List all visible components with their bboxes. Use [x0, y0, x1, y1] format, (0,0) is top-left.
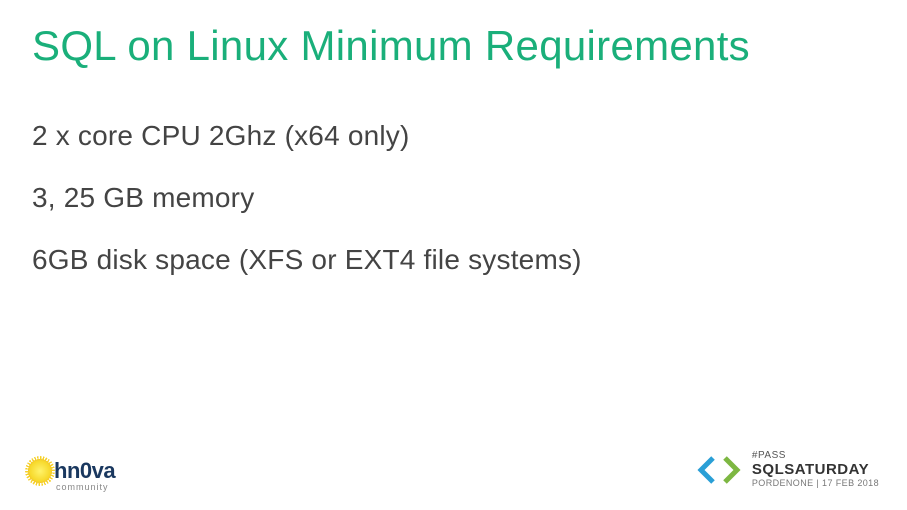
innova-name: hn0va	[54, 458, 115, 484]
innova-subtitle: community	[56, 482, 109, 492]
chevron-right-icon	[720, 455, 742, 485]
innova-logo-row: hn0va	[28, 458, 115, 484]
slide: SQL on Linux Minimum Requirements 2 x co…	[0, 0, 907, 510]
innova-logo: hn0va community	[28, 458, 115, 492]
sqlsaturday-brand: SQLSATURDAY	[752, 462, 879, 478]
sqlsaturday-event: PORDENONE | 17 FEB 2018	[752, 479, 879, 488]
bullet-item: 3, 25 GB memory	[32, 182, 867, 214]
bullet-list: 2 x core CPU 2Ghz (x64 only) 3, 25 GB me…	[32, 120, 867, 306]
sun-icon	[28, 459, 52, 483]
bullet-item: 6GB disk space (XFS or EXT4 file systems…	[32, 244, 867, 276]
sqlsaturday-logo: #PASS SQLSATURDAY PORDENONE | 17 FEB 201…	[696, 451, 879, 488]
footer: hn0va community #PASS SQLSATURDAY PORDEN…	[0, 432, 907, 492]
chevron-pair-icon	[696, 455, 742, 485]
sqlsaturday-text-block: #PASS SQLSATURDAY PORDENONE | 17 FEB 201…	[752, 451, 879, 488]
slide-title: SQL on Linux Minimum Requirements	[32, 22, 750, 70]
bullet-item: 2 x core CPU 2Ghz (x64 only)	[32, 120, 867, 152]
chevron-left-icon	[696, 455, 718, 485]
